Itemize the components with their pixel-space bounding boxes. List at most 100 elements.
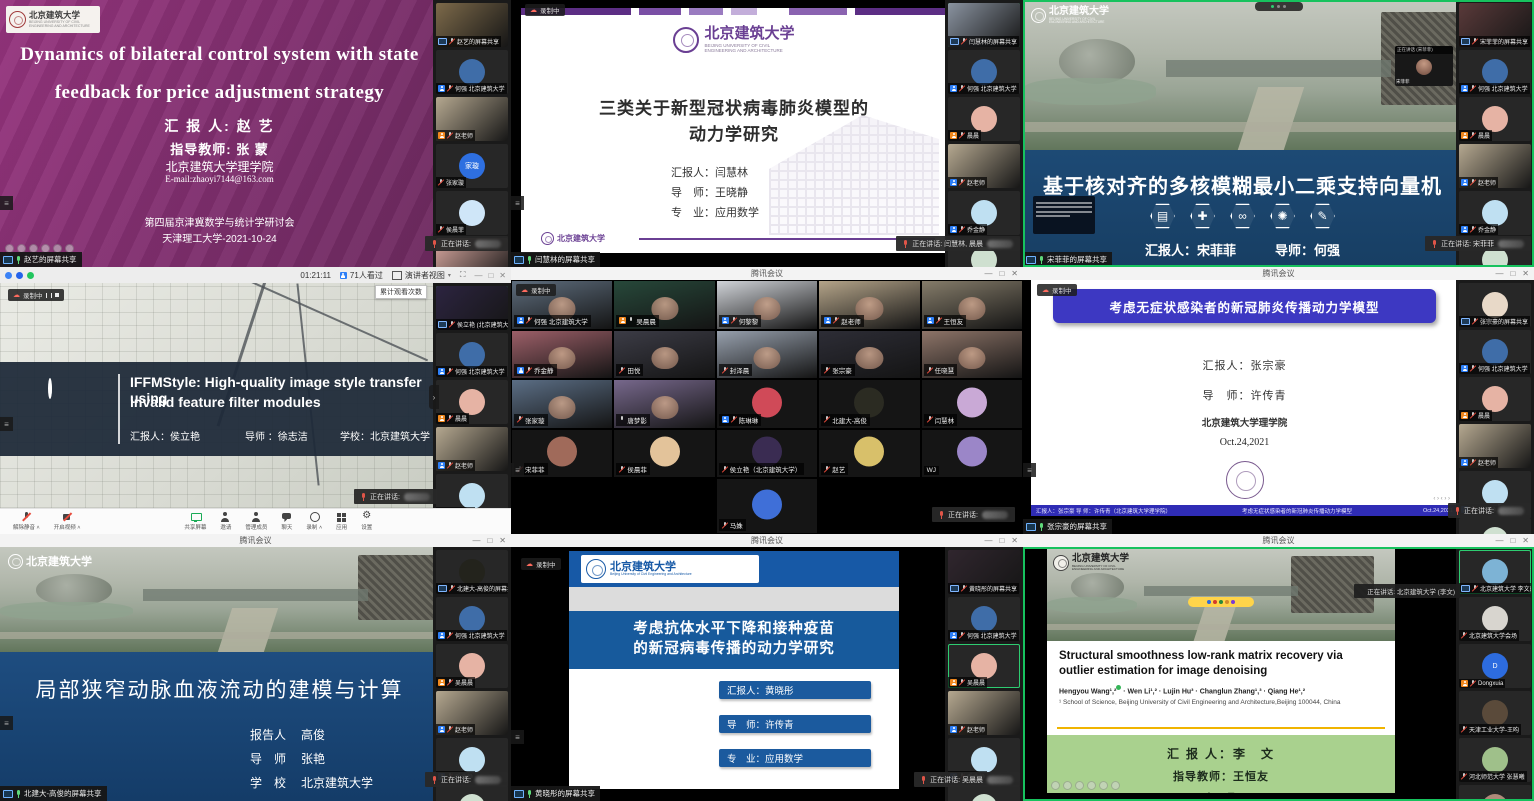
video-tile[interactable]: 侯立艳（北京建筑大学） (717, 430, 817, 478)
window-controls[interactable]: —□✕ (984, 268, 1018, 279)
participant-thumbnail[interactable]: 晨晨 (948, 97, 1020, 141)
participant-thumbnail[interactable]: 赵老师 (436, 691, 508, 735)
video-tile[interactable]: 北建大-高俊 (819, 380, 919, 428)
participant-thumbnail[interactable] (948, 785, 1020, 801)
sidebar-toggle[interactable]: ≡ (511, 196, 524, 210)
video-tile[interactable]: WJ (922, 430, 1022, 478)
video-tile[interactable]: 张宗豪 (819, 331, 919, 379)
recording-chip[interactable]: ☁录制中 (8, 289, 64, 301)
window-controls[interactable]: —□✕ (984, 535, 1018, 546)
participant-thumbnail[interactable]: 家璇张家璇 (436, 144, 508, 188)
toolbar-button-cam-off[interactable]: 开启视频 ˄ (54, 512, 81, 531)
participant-thumbnail[interactable]: 乔金静 (436, 474, 508, 508)
info-icon[interactable] (5, 272, 12, 279)
video-tile[interactable]: 田悦 (614, 331, 714, 379)
window-controls[interactable]: —□✕ (474, 271, 506, 280)
participant-sidebar[interactable]: 闫慧林的屏幕共享何强 北京建筑大学晨晨赵老师乔金静 (945, 0, 1023, 267)
participant-sidebar[interactable]: 侯立艳 (北京建筑大学…何强 北京建筑大学晨晨赵老师乔金静 (433, 283, 511, 508)
video-tile[interactable]: 侯晨菲 (614, 430, 714, 478)
toolbar-button-record[interactable]: 录制 ˄ (306, 512, 322, 531)
toolbar-button-mic-off[interactable]: 解除静音 ˄ (13, 512, 40, 531)
participant-thumbnail[interactable]: 何强 北京建筑大学 (948, 50, 1020, 94)
next-page-chevron[interactable]: › (429, 385, 439, 409)
window-controls[interactable]: —□✕ (1495, 268, 1529, 279)
participant-thumbnail[interactable]: 黄晓彤的屏幕共享 (948, 550, 1020, 594)
participant-thumbnail[interactable]: 赵艺的屏幕共享 (436, 3, 508, 47)
participant-thumbnail[interactable]: 张宗豪的屏幕共享 (1459, 283, 1531, 327)
video-tile[interactable]: 马姝 (717, 479, 817, 533)
participant-thumbnail[interactable]: 侯立艳 (北京建筑大学… (436, 286, 508, 330)
participant-thumbnail[interactable]: 何强 北京建筑大学 (436, 50, 508, 94)
video-tile[interactable]: 乔金静 (512, 331, 612, 379)
toolbar-button-members[interactable]: 管理成员 (245, 512, 267, 531)
participant-thumbnail[interactable]: 晨晨 (436, 380, 508, 424)
video-tile[interactable]: 张家璇 (512, 380, 612, 428)
window-controls[interactable]: —□✕ (1495, 535, 1529, 546)
participant-thumbnail[interactable]: 赵老师 (436, 427, 508, 471)
participant-sidebar[interactable]: 黄晓彤的屏幕共享何强 北京建筑大学吴晨晨赵老师乔金静 (945, 547, 1023, 801)
annotation-toolbar[interactable] (1051, 781, 1120, 790)
participant-thumbnail[interactable]: 北京建筑大学会场 (1459, 597, 1531, 641)
sidebar-toggle[interactable]: ≡ (511, 463, 524, 477)
participant-thumbnail[interactable]: 何强 北京建筑大学 (436, 333, 508, 377)
participant-thumbnail[interactable]: 晨晨 (1459, 377, 1531, 421)
video-tile[interactable]: 闫慧林 (922, 380, 1022, 428)
participant-sidebar[interactable]: 张宗豪的屏幕共享何强 北京建筑大学晨晨赵老师乔金静 (1456, 280, 1534, 534)
participant-sidebar[interactable]: 北京建筑大学 李文的屏幕共享北京建筑大学会场DDongxuia天津工业大学-王昀… (1456, 547, 1534, 801)
participant-sidebar[interactable]: 北建大-高俊的屏幕共享何强 北京建筑大学吴晨晨赵老师乔金静 (433, 547, 511, 801)
participant-thumbnail[interactable]: 乔金静 (948, 191, 1020, 235)
sidebar-toggle[interactable]: ≡ (0, 196, 13, 210)
viewer-count[interactable]: 71人看过 (340, 270, 383, 281)
toolbar-button-chat[interactable]: 聊天 (281, 512, 292, 531)
video-tile[interactable]: 陈琳琳 (717, 380, 817, 428)
video-tile[interactable]: 王恒友 (922, 281, 1022, 329)
floating-video-window[interactable]: 正在讲话 (宋菲菲) 宋菲菲 (1395, 46, 1453, 86)
caption-box[interactable] (1033, 196, 1095, 234)
participant-thumbnail[interactable]: 侯晨菲 (436, 191, 508, 235)
participant-thumbnail[interactable] (436, 785, 508, 801)
video-tile[interactable]: 赵艺 (819, 430, 919, 478)
toolbar-button-screen[interactable]: 共享屏幕 (184, 512, 206, 531)
video-tile[interactable]: 吴晨晨 (614, 281, 714, 329)
participant-thumbnail[interactable]: 闫慧林的屏幕共享 (948, 3, 1020, 47)
sidebar-toggle[interactable]: ≡ (0, 716, 13, 730)
video-tile[interactable]: 何黎黎 (717, 281, 817, 329)
stop-icon[interactable] (55, 293, 60, 298)
participant-thumbnail[interactable] (1459, 518, 1531, 534)
participant-thumbnail[interactable]: 晨晨 (1459, 97, 1531, 141)
participant-thumbnail[interactable]: 何强 北京建筑大学 (436, 597, 508, 641)
participant-thumbnail[interactable]: 乔金静 (1459, 191, 1531, 235)
shield-icon[interactable] (16, 272, 23, 279)
sidebar-toggle[interactable]: ≡ (1023, 463, 1036, 477)
participant-thumbnail[interactable]: 河北师范大学 张慧曦 (1459, 738, 1531, 782)
participant-thumbnail[interactable]: 吴晨晨 (948, 644, 1020, 688)
participant-sidebar[interactable]: 赵艺的屏幕共享何强 北京建筑大学赵老师家璇张家璇侯晨菲 (433, 0, 511, 267)
participant-thumbnail[interactable]: 赵老师 (1459, 424, 1531, 468)
sidebar-toggle[interactable]: ≡ (0, 417, 13, 431)
video-tile[interactable]: 封泽晨 (717, 331, 817, 379)
sidebar-toggle[interactable]: ≡ (511, 730, 524, 744)
participant-thumbnail[interactable]: 赵老师 (1459, 144, 1531, 188)
participant-thumbnail[interactable]: 宋菲菲的屏幕共享 (1459, 3, 1531, 47)
participant-thumbnail[interactable]: 北建大-高俊的屏幕共享 (436, 550, 508, 594)
fullscreen-button[interactable]: ⛶ (460, 270, 466, 280)
view-mode-dropdown[interactable]: 演讲者视图▾ (392, 270, 451, 281)
participant-thumbnail[interactable]: 何强 北京建筑大学 (948, 597, 1020, 641)
participant-thumbnail[interactable]: 赵老师 (436, 97, 508, 141)
toolbar-button-invite[interactable]: 邀请 (220, 512, 231, 531)
pause-icon[interactable] (46, 293, 52, 298)
toolbar-button-apps[interactable]: 应用 (336, 512, 347, 531)
video-tile[interactable]: 唐梦影 (614, 380, 714, 428)
participant-thumbnail[interactable]: 赵老师 (948, 691, 1020, 735)
participant-thumbnail[interactable]: 聂林红 (1459, 785, 1531, 801)
participant-thumbnail[interactable]: DDongxuia (1459, 644, 1531, 688)
participant-thumbnail[interactable]: 吴晨晨 (436, 644, 508, 688)
participant-thumbnail[interactable]: 何强 北京建筑大学 (1459, 330, 1531, 374)
video-tile[interactable]: 赵老师 (819, 281, 919, 329)
video-tile[interactable]: 宋菲菲 (512, 430, 612, 478)
participant-thumbnail[interactable]: 何强 北京建筑大学 (1459, 50, 1531, 94)
beamer-nav[interactable]: ‹ › ‹ › › (1433, 496, 1450, 502)
participant-sidebar[interactable]: 宋菲菲的屏幕共享何强 北京建筑大学晨晨赵老师乔金静 (1456, 0, 1534, 267)
video-tile[interactable]: 任晓慧 (922, 331, 1022, 379)
participant-thumbnail[interactable]: 天津工业大学-王昀 (1459, 691, 1531, 735)
